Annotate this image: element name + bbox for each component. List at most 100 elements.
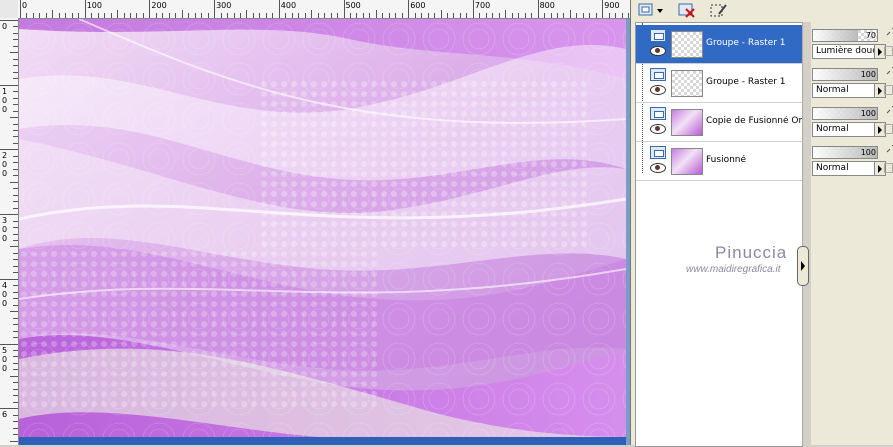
ruler-minor-tick xyxy=(615,13,617,18)
ruler-minor-tick xyxy=(168,13,170,18)
blend-mode-select[interactable]: Normal xyxy=(812,122,886,137)
ruler-label: 800 xyxy=(539,1,555,10)
ruler-minor-tick xyxy=(13,65,18,67)
opacity-slider[interactable]: 100 xyxy=(812,107,878,120)
ruler-minor-tick xyxy=(531,13,533,18)
ruler-minor-tick xyxy=(447,13,449,18)
layer-type-icon xyxy=(650,29,666,42)
ruler-minor-tick xyxy=(356,13,358,18)
ruler-label: 100 xyxy=(86,1,102,10)
ruler-tick xyxy=(408,0,410,18)
ruler-minor-tick xyxy=(621,13,623,18)
ruler-minor-tick xyxy=(252,13,254,18)
ruler-minor-tick xyxy=(58,13,60,18)
ruler-minor-tick xyxy=(13,401,18,403)
ruler-minor-tick xyxy=(13,298,18,300)
ruler-minor-tick xyxy=(26,13,28,18)
link-icon[interactable] xyxy=(886,66,893,76)
ruler-minor-tick xyxy=(13,220,18,222)
ruler-minor-tick xyxy=(10,117,18,119)
ruler-minor-tick xyxy=(188,13,190,18)
ruler-minor-tick xyxy=(13,324,18,326)
ruler-minor-tick xyxy=(492,13,494,18)
ruler-minor-tick xyxy=(550,13,552,18)
ruler-minor-tick xyxy=(239,13,241,18)
ruler-minor-tick xyxy=(13,162,18,164)
ruler-minor-tick xyxy=(272,13,274,18)
ruler-minor-tick xyxy=(129,13,131,18)
opacity-slider[interactable]: 70 xyxy=(812,29,878,42)
blend-mode-select[interactable]: Lumière douce xyxy=(812,44,886,59)
layer-row[interactable]: Copie de Fusionné Om xyxy=(636,103,802,142)
ruler-minor-tick xyxy=(505,10,507,18)
ruler-minor-tick xyxy=(65,13,67,18)
layer-type-icon xyxy=(650,107,666,120)
ruler-label: 0 xyxy=(2,22,8,31)
ruler-minor-tick xyxy=(136,13,138,18)
lock-icon[interactable] xyxy=(884,124,893,134)
collapse-handle-icon[interactable] xyxy=(797,246,809,286)
ruler-label: 500 xyxy=(345,1,361,10)
artwork-svg xyxy=(19,19,626,437)
ruler-tick xyxy=(84,0,86,18)
lock-icon[interactable] xyxy=(884,46,893,56)
blend-mode-select[interactable]: Normal xyxy=(812,83,886,98)
layer-name: Groupe - Raster 1 xyxy=(706,38,786,48)
lock-icon[interactable] xyxy=(884,163,893,173)
visibility-eye-icon[interactable] xyxy=(650,163,666,173)
delete-layer-icon[interactable] xyxy=(677,2,697,19)
ruler-label: 400 xyxy=(280,1,297,10)
new-layer-icon[interactable] xyxy=(637,2,667,19)
lock-icon[interactable] xyxy=(884,85,893,95)
ruler-minor-tick xyxy=(511,13,513,18)
ruler-minor-tick xyxy=(259,13,261,18)
layer-icons xyxy=(650,107,666,139)
ruler-label: 700 xyxy=(474,1,491,10)
ruler-minor-tick xyxy=(13,291,18,293)
ruler-minor-tick xyxy=(317,13,319,18)
ruler-minor-tick xyxy=(13,110,18,112)
ruler-minor-tick xyxy=(10,311,18,313)
link-icon[interactable] xyxy=(886,105,893,115)
ruler-tick xyxy=(0,343,18,345)
ruler-minor-tick xyxy=(304,13,306,18)
ruler-minor-tick xyxy=(39,13,41,18)
layer-row[interactable]: Groupe - Raster 1 xyxy=(636,25,802,64)
ruler-tick xyxy=(0,278,18,280)
ruler-minor-tick xyxy=(375,10,377,18)
ruler-minor-tick xyxy=(440,10,442,18)
layer-type-icon xyxy=(650,146,666,159)
link-icon[interactable] xyxy=(886,144,893,154)
ruler-minor-tick xyxy=(485,13,487,18)
ruler-minor-tick xyxy=(13,239,18,241)
ruler-minor-tick xyxy=(13,330,18,332)
ruler-minor-tick xyxy=(388,13,390,18)
visibility-eye-icon[interactable] xyxy=(650,46,666,56)
visibility-eye-icon[interactable] xyxy=(650,85,666,95)
visibility-eye-icon[interactable] xyxy=(650,124,666,134)
selection-brush-icon[interactable] xyxy=(709,2,729,19)
ruler-minor-tick xyxy=(13,39,18,41)
ruler-minor-tick xyxy=(498,13,500,18)
ruler-label: 0 xyxy=(2,225,8,235)
link-icon[interactable] xyxy=(886,27,893,37)
ruler-minor-tick xyxy=(401,13,403,18)
ruler-minor-tick xyxy=(13,45,18,47)
ruler-minor-tick xyxy=(10,440,18,442)
opacity-slider[interactable]: 100 xyxy=(812,146,878,159)
ruler-minor-tick xyxy=(518,13,520,18)
ruler-tick xyxy=(0,214,18,216)
layer-row[interactable]: Fusionné xyxy=(636,142,802,181)
ruler-minor-tick xyxy=(414,13,416,18)
ruler-minor-tick xyxy=(201,13,203,18)
ruler-tick xyxy=(0,84,18,86)
ruler-minor-tick xyxy=(13,388,18,390)
blend-mode-label: Normal xyxy=(816,163,849,173)
ruler-minor-tick xyxy=(265,13,267,18)
ruler-minor-tick xyxy=(13,194,18,196)
ruler-label: 5 xyxy=(2,345,8,355)
opacity-slider[interactable]: 100 xyxy=(812,68,878,81)
layer-row[interactable]: Groupe - Raster 1 xyxy=(636,64,802,103)
blend-mode-select[interactable]: Normal xyxy=(812,161,886,176)
image-canvas[interactable] xyxy=(19,19,626,437)
